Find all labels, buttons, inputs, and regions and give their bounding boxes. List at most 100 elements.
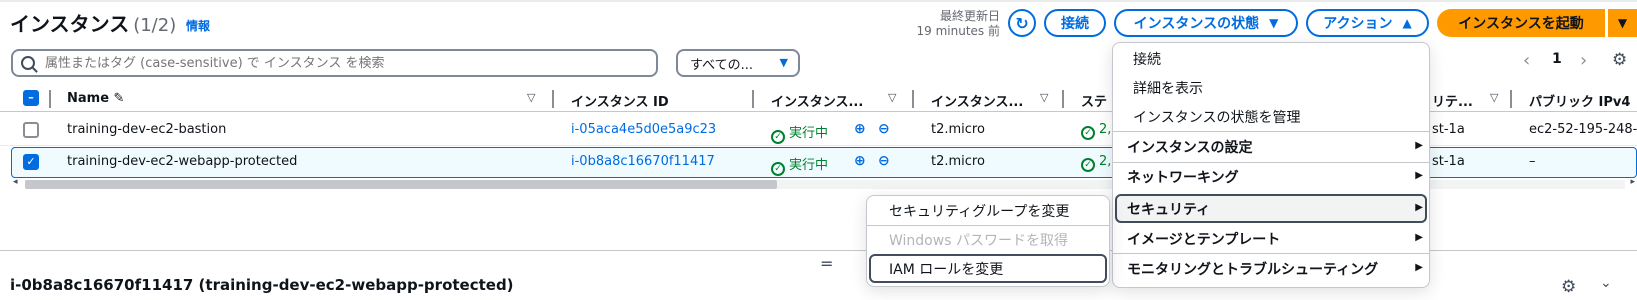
next-page-icon[interactable]: ›	[1580, 50, 1587, 71]
submenu-arrow-icon: ▶	[1415, 262, 1423, 273]
actions-label: アクション	[1323, 16, 1393, 32]
state-filter-value: すべての...	[690, 57, 753, 73]
top-border	[0, 0, 1637, 2]
submenu-arrow-icon: ▶	[1415, 202, 1423, 213]
state-text: 実行中	[789, 158, 829, 173]
column-header-status[interactable]: ステ	[1081, 91, 1107, 110]
check-circle-icon: ✓	[771, 162, 785, 176]
zoom-out-icon[interactable]: ⊖	[878, 121, 890, 137]
cell-az: st-1a	[1432, 122, 1465, 137]
search-icon	[21, 56, 35, 70]
row-checkbox[interactable]	[23, 122, 39, 138]
zoom-in-icon[interactable]: ⊕	[854, 153, 866, 169]
column-header-instance-id[interactable]: インスタンス ID	[571, 91, 669, 110]
menu-item-view-details[interactable]: 詳細を表示	[1133, 78, 1203, 98]
menu-group-security[interactable]: セキュリティ	[1127, 199, 1210, 219]
menu-group-monitoring[interactable]: モニタリングとトラブルシューティング	[1127, 259, 1378, 279]
caret-up-icon: ▲	[1402, 16, 1412, 30]
page-title-text: インスタンス	[10, 12, 130, 36]
cell-az: st-1a	[1432, 154, 1465, 169]
cell-state: ✓ 実行中	[771, 122, 828, 144]
check-circle-icon: ✓	[771, 130, 785, 144]
launch-dropdown-button[interactable]: ▼	[1607, 9, 1637, 37]
submenu-arrow-icon: ▶	[1415, 140, 1423, 151]
cell-public-ipv4: –	[1529, 154, 1536, 169]
column-divider[interactable]	[752, 90, 754, 108]
column-header-name-label: Name	[67, 91, 110, 106]
submenu-item-change-security-groups[interactable]: セキュリティグループを変更	[889, 201, 1069, 221]
connect-button[interactable]: 接続	[1044, 9, 1106, 37]
chevron-down-icon[interactable]: ⌄	[1600, 275, 1612, 291]
column-divider[interactable]	[1510, 90, 1512, 108]
detail-panel-title: i-0b8a8c16670f11417 (training-dev-ec2-we…	[10, 276, 514, 294]
gear-icon[interactable]: ⚙	[1561, 277, 1576, 297]
check-circle-icon: ✓	[1081, 126, 1095, 140]
menu-group-images-templates[interactable]: イメージとテンプレート	[1127, 229, 1280, 249]
row-checkbox[interactable]: ✓	[23, 154, 39, 170]
resize-handle-icon[interactable]: =	[820, 254, 833, 273]
search-box[interactable]	[11, 49, 658, 77]
column-header-instance-state[interactable]: インスタンス...	[771, 91, 863, 110]
current-page[interactable]: 1	[1552, 51, 1562, 67]
sort-icon[interactable]: ▽	[1490, 91, 1498, 104]
launch-instances-button[interactable]: インスタンスを起動	[1437, 9, 1605, 37]
caret-down-icon: ▼	[1269, 16, 1279, 30]
caret-down-icon: ▼	[779, 56, 788, 69]
menu-divider	[1113, 131, 1429, 132]
cell-public-ipv4: ec2-52-195-248-	[1529, 122, 1637, 137]
cell-status-check: ✓ 2,	[1081, 122, 1111, 140]
cell-name: training-dev-ec2-bastion	[67, 122, 227, 137]
info-link[interactable]: 情報	[186, 17, 210, 34]
cell-instance-id-link[interactable]: i-0b8a8c16670f11417	[571, 154, 715, 169]
zoom-in-icon[interactable]: ⊕	[854, 121, 866, 137]
scrollbar-thumb[interactable]	[25, 180, 777, 189]
sort-icon[interactable]: ▽	[888, 91, 896, 104]
cell-status-check: ✓ 2,	[1081, 154, 1111, 172]
cell-name: training-dev-ec2-webapp-protected	[67, 154, 298, 169]
column-header-name[interactable]: Name ✎	[67, 91, 124, 106]
submenu-item-modify-iam-role[interactable]: IAM ロールを変更	[889, 259, 1003, 279]
cell-instance-type: t2.micro	[931, 122, 985, 137]
submenu-item-get-windows-password: Windows パスワードを取得	[889, 233, 1068, 249]
select-all-checkbox[interactable]: –	[23, 90, 39, 106]
menu-group-instance-settings[interactable]: インスタンスの設定	[1127, 137, 1252, 157]
column-divider	[49, 90, 51, 108]
connect-button-label: 接続	[1061, 16, 1089, 32]
instance-state-button[interactable]: インスタンスの状態 ▼	[1114, 9, 1298, 37]
actions-menu: 接続 詳細を表示 インスタンスの状態を管理 インスタンスの設定 ▶ ネットワーキ…	[1112, 42, 1430, 288]
refresh-button[interactable]: ↻	[1008, 9, 1036, 37]
last-updated: 最終更新日 19 minutes 前	[890, 9, 1000, 39]
scroll-right-arrow-icon[interactable]: ▸	[1630, 177, 1635, 187]
gear-icon[interactable]: ⚙	[1612, 50, 1627, 70]
column-divider[interactable]	[1062, 90, 1064, 108]
launch-instances-label: インスタンスを起動	[1458, 16, 1584, 32]
sort-icon[interactable]: ▽	[527, 91, 535, 104]
state-filter-select[interactable]: すべての... ▼	[676, 49, 800, 77]
status-check-text: 2,	[1099, 154, 1112, 169]
sort-icon[interactable]: ▽	[1040, 91, 1048, 104]
menu-divider	[1113, 253, 1429, 254]
search-input[interactable]	[45, 55, 605, 71]
column-header-az[interactable]: リテ...	[1432, 91, 1473, 110]
refresh-icon: ↻	[1015, 13, 1029, 33]
submenu-arrow-icon: ▶	[1415, 170, 1423, 181]
column-header-public-ipv4[interactable]: パブリック IPv4	[1529, 91, 1630, 110]
column-header-instance-type[interactable]: インスタンス...	[931, 91, 1023, 110]
menu-divider	[1113, 162, 1429, 163]
menu-divider	[867, 225, 1109, 226]
menu-group-networking[interactable]: ネットワーキング	[1127, 167, 1239, 187]
scroll-left-arrow-icon[interactable]: ◂	[13, 177, 18, 187]
instance-count: (1/2)	[133, 15, 177, 36]
cell-instance-id-link[interactable]: i-05aca4e5d0e5a9c23	[571, 122, 716, 137]
actions-button[interactable]: アクション ▲	[1306, 9, 1429, 37]
column-divider[interactable]	[552, 90, 554, 108]
menu-item-manage-state[interactable]: インスタンスの状態を管理	[1133, 107, 1300, 127]
state-text: 実行中	[789, 126, 829, 141]
menu-item-connect[interactable]: 接続	[1133, 49, 1161, 69]
zoom-out-icon[interactable]: ⊖	[878, 153, 890, 169]
page-title: インスタンス (1/2)	[10, 8, 176, 37]
column-divider[interactable]	[912, 90, 914, 108]
previous-page-icon[interactable]: ‹	[1523, 50, 1530, 71]
cell-instance-type: t2.micro	[931, 154, 985, 169]
last-updated-value: 19 minutes 前	[916, 24, 1000, 38]
